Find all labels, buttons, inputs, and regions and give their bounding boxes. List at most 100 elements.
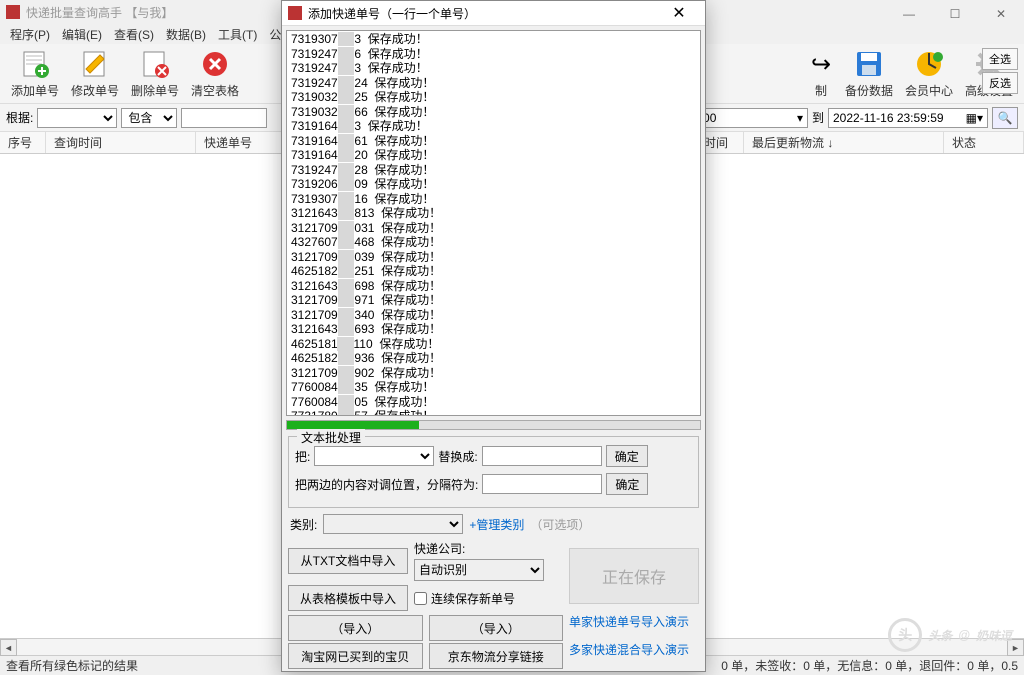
member-button[interactable]: 会员中心 bbox=[902, 48, 956, 99]
menu-view[interactable]: 查看(S) bbox=[110, 24, 158, 45]
date-to-label: 到 bbox=[812, 109, 824, 126]
list-item: 73190322 66 保存成功！ bbox=[291, 106, 696, 121]
copy-button[interactable]: ↪ 制 bbox=[806, 48, 836, 99]
list-item: 73192471 28 保存成功！ bbox=[291, 164, 696, 179]
calendar-icon: ▾ bbox=[797, 111, 803, 125]
add-label: 添加单号 bbox=[11, 82, 59, 99]
scroll-right-icon[interactable]: ► bbox=[1007, 639, 1024, 656]
search-icon: 🔍 bbox=[998, 111, 1013, 125]
list-item: 31217098 039 保存成功！ bbox=[291, 251, 696, 266]
col-seq[interactable]: 序号 bbox=[0, 132, 46, 153]
menu-edit[interactable]: 编辑(E) bbox=[58, 24, 106, 45]
replace-from-label: 把: bbox=[295, 448, 310, 465]
member-label: 会员中心 bbox=[905, 82, 953, 99]
demo-link-2[interactable]: 多家快递混合导入演示 bbox=[569, 643, 699, 657]
list-item: 73190322 25 保存成功！ bbox=[291, 91, 696, 106]
company-label: 快递公司: bbox=[414, 540, 563, 557]
backup-button[interactable]: 备份数据 bbox=[842, 48, 896, 99]
replace-from-input[interactable] bbox=[314, 446, 434, 466]
list-item: 73192066 09 保存成功！ bbox=[291, 178, 696, 193]
continuous-save-checkbox[interactable]: 连续保存新单号 bbox=[414, 590, 563, 607]
scroll-left-icon[interactable]: ◄ bbox=[0, 639, 17, 656]
filter-value-input[interactable] bbox=[181, 108, 267, 128]
jd-import-button[interactable]: 京东物流分享链接 bbox=[429, 643, 564, 669]
replace-to-label: 替换成: bbox=[438, 448, 477, 465]
list-item: 31217090 031 保存成功！ bbox=[291, 222, 696, 237]
select-all-button[interactable]: 全选 bbox=[982, 48, 1018, 70]
list-item: 73192476 3 保存成功！ bbox=[291, 62, 696, 77]
backup-label: 备份数据 bbox=[845, 82, 893, 99]
dialog-close-button[interactable]: ✕ bbox=[659, 3, 699, 23]
swap-delim-input[interactable] bbox=[482, 474, 602, 494]
list-item: 73191648 3 保存成功！ bbox=[291, 120, 696, 135]
list-item: 73193078 3 保存成功！ bbox=[291, 33, 696, 48]
add-button[interactable]: 添加单号 bbox=[8, 48, 62, 99]
close-button[interactable]: ✕ bbox=[978, 0, 1024, 28]
invert-select-button[interactable]: 反选 bbox=[982, 72, 1018, 94]
import-template-button[interactable]: 从表格模板中导入 bbox=[288, 585, 408, 611]
list-item: 73192478 24 保存成功！ bbox=[291, 77, 696, 92]
col-status[interactable]: 状态 bbox=[944, 132, 1024, 153]
app-title: 快递批量查询高手 【与我】 bbox=[26, 4, 173, 21]
col-qtime[interactable]: 查询时间 bbox=[46, 132, 196, 153]
continuous-save-label: 连续保存新单号 bbox=[431, 590, 515, 607]
maximize-button[interactable]: ☐ bbox=[932, 0, 978, 28]
swap-confirm-button[interactable]: 确定 bbox=[606, 473, 648, 495]
menu-tools[interactable]: 工具(T) bbox=[214, 24, 261, 45]
selection-buttons: 全选 反选 bbox=[982, 48, 1018, 94]
edit-label: 修改单号 bbox=[71, 82, 119, 99]
bottom-controls: 从TXT文档中导入 快递公司: 自动识别 正在保存 从表格模板中导入 连续保存新… bbox=[282, 540, 705, 615]
status-right: 0 单，未签收：0 单，无信息：0 单，退回件：0 单，0.5 bbox=[721, 657, 1018, 674]
replace-confirm-button[interactable]: 确定 bbox=[606, 445, 648, 467]
demo-link-1[interactable]: 单家快递单号导入演示 bbox=[569, 615, 699, 629]
calendar-icon: ▦▾ bbox=[966, 111, 983, 125]
category-optional: （可选项） bbox=[530, 516, 590, 533]
list-item: 73191641 20 保存成功！ bbox=[291, 149, 696, 164]
swap-label: 把两边的内容对调位置，分隔符为: bbox=[295, 476, 478, 493]
import-btn-1[interactable]: （导入） bbox=[288, 615, 423, 641]
dialog-title: 添加快递单号（一行一个单号） bbox=[308, 5, 476, 22]
edit-button[interactable]: 修改单号 bbox=[68, 48, 122, 99]
filter-root-label: 根据: bbox=[6, 109, 33, 126]
col-last[interactable]: 最后更新物流 ↓ bbox=[744, 132, 944, 153]
import-txt-button[interactable]: 从TXT文档中导入 bbox=[288, 548, 408, 574]
continuous-save-input[interactable] bbox=[414, 592, 427, 605]
list-item: 31216439 813 保存成功！ bbox=[291, 207, 696, 222]
backup-icon bbox=[853, 48, 885, 80]
list-item: 31216433 693 保存成功！ bbox=[291, 323, 696, 338]
text-batch-group: 文本批处理 把: 替换成: 确定 把两边的内容对调位置，分隔符为: 确定 bbox=[288, 436, 699, 508]
list-item: 31217099 971 保存成功！ bbox=[291, 294, 696, 309]
manage-category-link[interactable]: +管理类别 bbox=[469, 516, 524, 533]
clear-label: 清空表格 bbox=[191, 82, 239, 99]
category-select[interactable] bbox=[323, 514, 463, 534]
category-row: 类别: +管理类别 （可选项） bbox=[282, 514, 705, 540]
date-to-input[interactable]: 2022-11-16 23:59:59 ▦▾ bbox=[828, 108, 988, 128]
category-label: 类别: bbox=[290, 516, 317, 533]
clear-button[interactable]: 清空表格 bbox=[188, 48, 242, 99]
company-select[interactable]: 自动识别 bbox=[414, 559, 544, 581]
filter-field-select[interactable] bbox=[37, 108, 117, 128]
list-item: 46251822 251 保存成功！ bbox=[291, 265, 696, 280]
import-row-1: （导入） （导入） 单家快递单号导入演示 bbox=[282, 615, 705, 643]
list-item: 73192476 6 保存成功！ bbox=[291, 48, 696, 63]
app-icon bbox=[6, 5, 20, 19]
list-item: 43276077 468 保存成功！ bbox=[291, 236, 696, 251]
date-to-value: 2022-11-16 23:59:59 bbox=[833, 111, 944, 125]
taobao-import-button[interactable]: 淘宝网已买到的宝贝 bbox=[288, 643, 423, 669]
replace-to-input[interactable] bbox=[482, 446, 602, 466]
delete-label: 删除单号 bbox=[131, 82, 179, 99]
import-row-2: 淘宝网已买到的宝贝 京东物流分享链接 多家快递混合导入演示 bbox=[282, 643, 705, 671]
list-item: 77600841 05 保存成功！ bbox=[291, 396, 696, 411]
import-btn-2[interactable]: （导入） bbox=[429, 615, 564, 641]
progress-fill bbox=[287, 421, 419, 429]
delete-button[interactable]: 删除单号 bbox=[128, 48, 182, 99]
filter-op-select[interactable]: 包含 bbox=[121, 108, 177, 128]
list-item: 73191648 61 保存成功！ bbox=[291, 135, 696, 150]
menu-data[interactable]: 数据(B) bbox=[162, 24, 210, 45]
add-tracking-dialog: 添加快递单号（一行一个单号） ✕ 73193078 3 保存成功！7319247… bbox=[281, 0, 706, 672]
tracking-result-list[interactable]: 73193078 3 保存成功！73192476 6 保存成功！73192476… bbox=[286, 30, 701, 416]
edit-icon bbox=[79, 48, 111, 80]
search-button[interactable]: 🔍 bbox=[992, 107, 1018, 129]
minimize-button[interactable]: — bbox=[886, 0, 932, 28]
menu-program[interactable]: 程序(P) bbox=[6, 24, 54, 45]
